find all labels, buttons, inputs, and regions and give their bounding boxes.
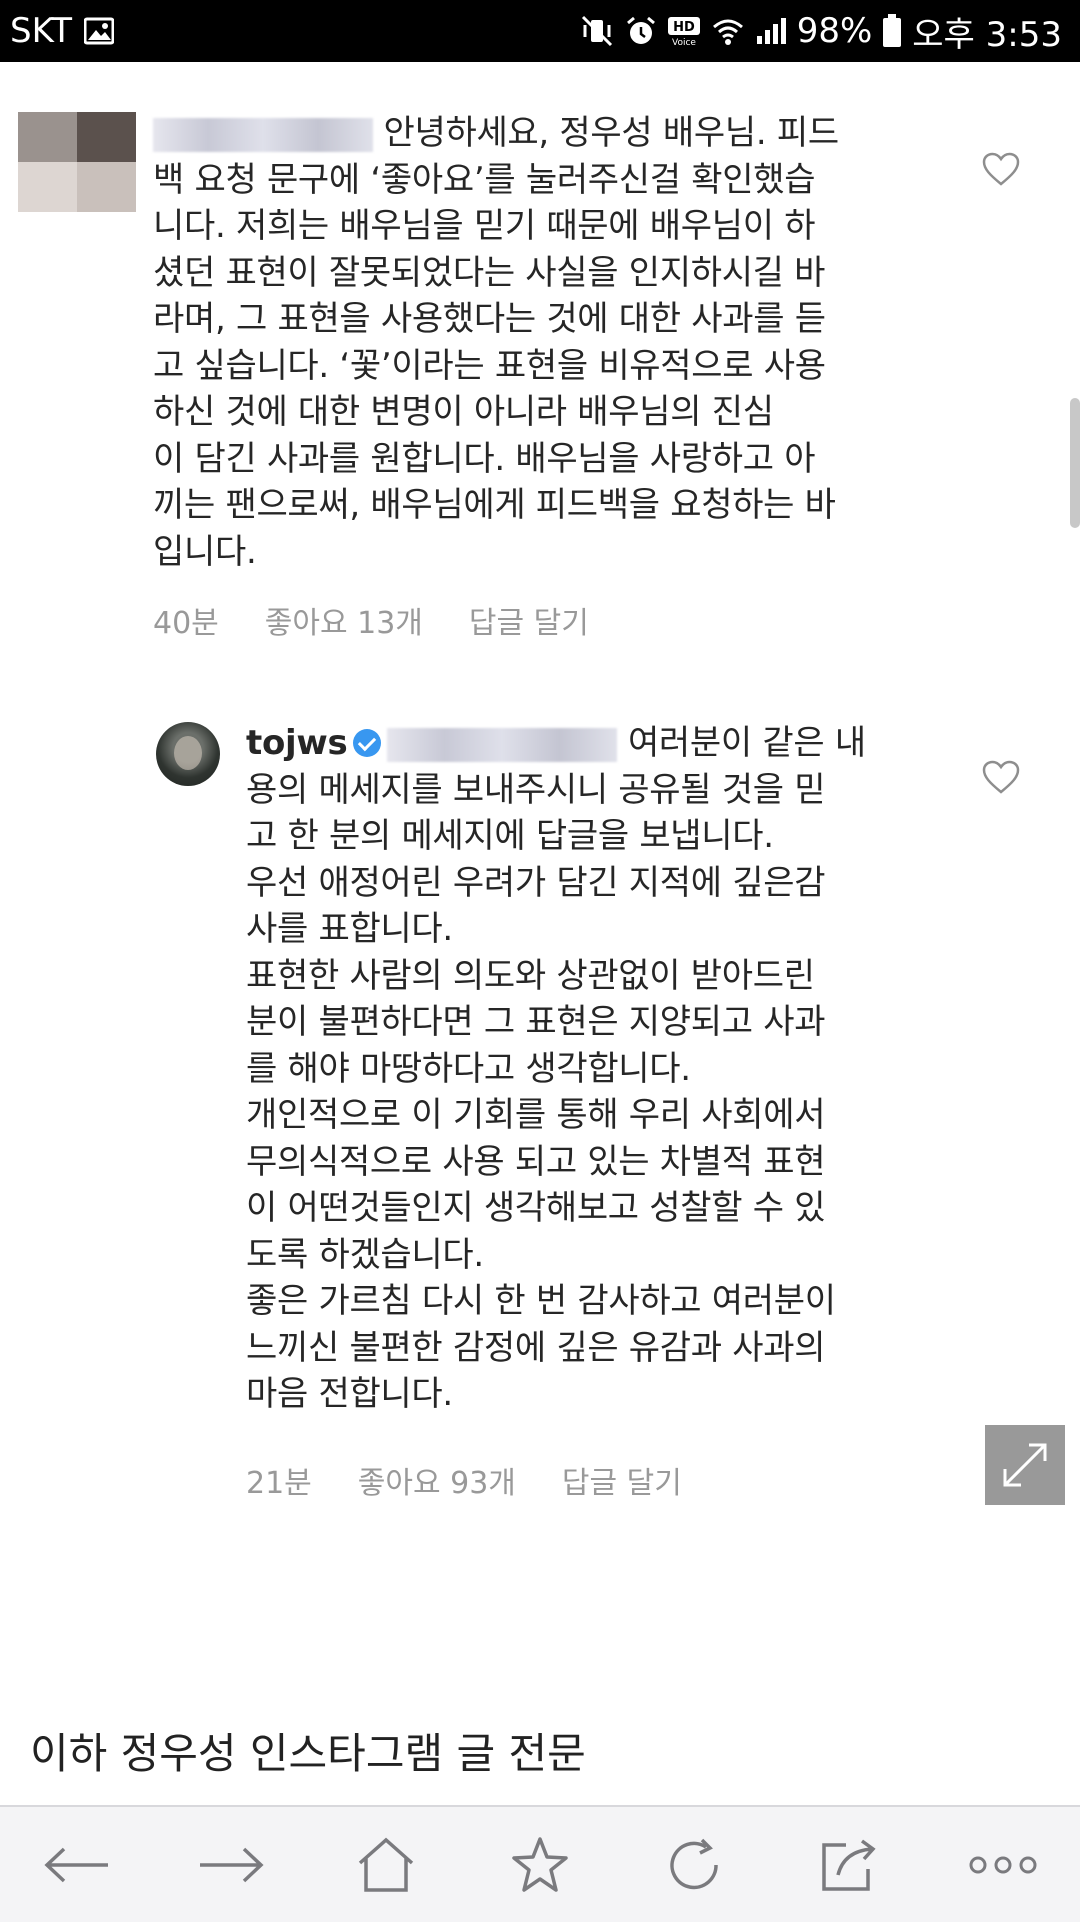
comment-time: 40분: [153, 606, 219, 641]
section-title: 이하 정우성 인스타그램 글 전문: [30, 1729, 586, 1778]
gallery-icon: [84, 17, 115, 45]
signal-icon: [755, 16, 787, 46]
forward-button[interactable]: [186, 1820, 276, 1910]
battery-percent: 98%: [796, 11, 873, 51]
share-icon: [821, 1839, 876, 1891]
comment-line: 셨던 표현이 잘못되었다는 사실을 인지하시길 바: [153, 252, 826, 293]
username[interactable]: tojws: [246, 723, 348, 763]
comment-meta: 40분 좋아요 13개 답글 달기: [153, 598, 589, 642]
comment-body: tojws 여러분이 같은 내 용의 메세지를 보내주시니 공유될 것을 믿 고…: [246, 720, 866, 1418]
comment-line: 여러분이 같은 내: [627, 723, 866, 763]
comment-line: 끼는 팬으로써, 배우님에게 피드백을 요청하는 바: [153, 485, 836, 525]
share-button[interactable]: [804, 1820, 894, 1910]
comment-body: 안녕하세요, 정우성 배우님. 피드 백 요청 문구에 ‘좋아요’를 눌러주신걸…: [153, 110, 839, 575]
comment-line: 이 담긴 사과를 원합니다. 배우님을 사랑하고 아: [153, 438, 816, 479]
browser-toolbar: [0, 1805, 1080, 1922]
mute-vibrate-icon: [579, 15, 615, 47]
comment-line: 를 해야 마땅하다고 생각합니다.: [246, 1048, 691, 1089]
more-button[interactable]: [958, 1820, 1048, 1910]
comment-line: 느끼신 불편한 감정에 깊은 유감과 사과의: [246, 1327, 826, 1368]
expand-icon: [1003, 1443, 1047, 1487]
avatar[interactable]: [156, 722, 220, 786]
home-button[interactable]: [341, 1820, 431, 1910]
verified-badge-icon: [353, 729, 382, 757]
comment-line: 라며, 그 표현을 사용했다는 것에 대한 사과를 듣: [153, 299, 826, 339]
comment-likes[interactable]: 좋아요 93개: [358, 1458, 516, 1502]
expand-image-button[interactable]: [985, 1425, 1065, 1505]
comment-time: 21분: [246, 1466, 312, 1501]
bookmark-star-icon: [512, 1836, 568, 1892]
forward-icon: [200, 1847, 264, 1882]
comment-line: 개인적으로 이 기회를 통해 우리 사회에서: [246, 1095, 826, 1135]
comment-line: 하신 것에 대한 변명이 아니라 배우님의 진심: [153, 392, 774, 432]
back-button[interactable]: [32, 1820, 122, 1910]
comment-line: 용의 메세지를 보내주시니 공유될 것을 믿: [246, 769, 826, 810]
status-clock: 오후 3:53: [912, 14, 1062, 55]
status-bar: SKT HD Voice 98% 오후 3:53: [0, 0, 1080, 62]
reply-button[interactable]: 답글 달기: [562, 1458, 682, 1502]
more-icon: [969, 1856, 1037, 1873]
back-icon: [44, 1847, 109, 1882]
carrier-label: SKT: [10, 11, 73, 51]
redacted-username[interactable]: [153, 117, 373, 152]
comment-line: 무의식적으로 사용 되고 있는 차별적 표현: [246, 1141, 826, 1182]
comment-line: 도록 하겠습니다.: [246, 1234, 484, 1275]
comment-line: 표현한 사람의 의도와 상관없이 받아드린: [246, 955, 815, 996]
scrollbar-thumb[interactable]: [1070, 398, 1080, 528]
bookmark-button[interactable]: [495, 1820, 585, 1910]
comment-line: 분이 불편하다면 그 표현은 지양되고 사과: [246, 1002, 826, 1042]
svg-text:Voice: Voice: [672, 38, 696, 47]
reply-button[interactable]: 답글 달기: [469, 598, 589, 642]
home-icon: [358, 1837, 413, 1892]
comment-line: 마음 전합니다.: [246, 1374, 453, 1414]
comment-line: 좋은 가르침 다시 한 번 감사하고 여러분이: [246, 1281, 836, 1321]
comment-meta: 21분 좋아요 93개 답글 달기: [246, 1458, 682, 1502]
battery-icon: [882, 14, 902, 48]
comment-likes[interactable]: 좋아요 13개: [265, 598, 423, 642]
like-heart-icon[interactable]: [982, 760, 1020, 794]
like-heart-icon[interactable]: [982, 152, 1020, 186]
comment-line: 백 요청 문구에 ‘좋아요’를 눌러주신걸 확인했습: [153, 159, 816, 200]
comment-line: 우선 애정어린 우려가 담긴 지적에 깊은감: [246, 862, 826, 903]
alarm-icon: [625, 15, 657, 47]
wifi-icon: [711, 15, 745, 47]
comment-line: 사를 표합니다.: [246, 909, 453, 949]
comment-line: 고 싶습니다. ‘꽃’이라는 표현을 비유적으로 사용: [153, 345, 826, 386]
redacted-mention[interactable]: [387, 727, 618, 762]
hd-voice-icon: HD Voice: [667, 15, 701, 47]
comment-line: 안녕하세요, 정우성 배우님. 피드: [383, 113, 840, 153]
avatar[interactable]: [18, 112, 136, 212]
refresh-icon: [670, 1838, 719, 1889]
comment-line: 니다. 저희는 배우님을 믿기 때문에 배우님이 하: [153, 206, 816, 246]
refresh-button[interactable]: [649, 1820, 739, 1910]
comment-line: 고 한 분의 메세지에 답글을 보냅니다.: [246, 816, 774, 856]
comment-line: 이 어떤것들인지 생각해보고 성찰할 수 있: [246, 1188, 826, 1228]
svg-text:HD: HD: [673, 20, 695, 35]
comment-line: 입니다.: [153, 531, 257, 572]
